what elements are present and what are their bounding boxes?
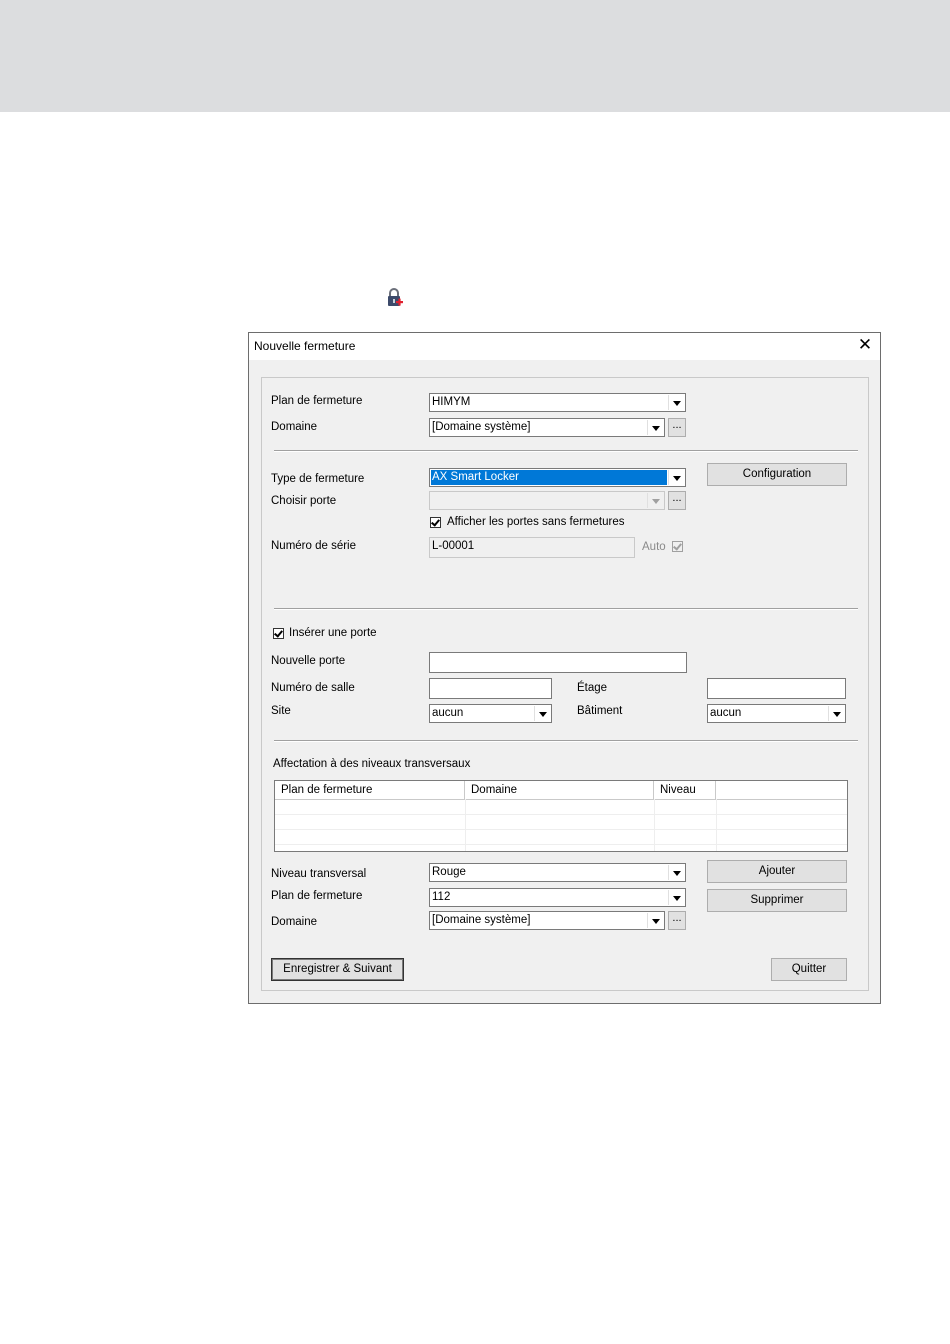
- niveau-value: Rouge: [432, 866, 466, 878]
- site-select[interactable]: aucun: [429, 704, 552, 723]
- dialog-title: Nouvelle fermeture: [254, 339, 356, 353]
- transversal-table[interactable]: Plan de fermeture Domaine Niveau: [274, 780, 848, 852]
- nouvelle-porte-label: Nouvelle porte: [271, 655, 346, 667]
- chevron-down-icon[interactable]: [668, 470, 684, 485]
- domaine-select[interactable]: [Domaine système]: [429, 418, 665, 437]
- type-value: AX Smart Locker: [432, 471, 519, 483]
- plan-select[interactable]: HIMYM: [429, 393, 686, 412]
- divider: [274, 608, 858, 610]
- type-select[interactable]: AX Smart Locker: [429, 468, 686, 487]
- etage-input[interactable]: [707, 678, 846, 699]
- chevron-down-icon[interactable]: [647, 913, 663, 928]
- plan-value: HIMYM: [432, 396, 471, 408]
- lock-add-icon[interactable]: [385, 288, 403, 308]
- domaine-transversal-label: Domaine: [271, 916, 318, 928]
- plan-transversal-select[interactable]: 112: [429, 888, 686, 907]
- column-header[interactable]: Domaine: [465, 781, 654, 799]
- site-value: aucun: [432, 707, 464, 719]
- supprimer-button[interactable]: Supprimer: [707, 889, 847, 912]
- configuration-button[interactable]: Configuration: [707, 463, 847, 486]
- column-divider: [465, 799, 466, 851]
- close-icon[interactable]: ✕: [856, 336, 874, 354]
- domaine-browse-button[interactable]: ...: [668, 418, 686, 437]
- save-next-button[interactable]: Enregistrer & Suivant: [271, 958, 404, 981]
- batiment-select[interactable]: aucun: [707, 704, 846, 723]
- porte-label: Choisir porte: [271, 495, 337, 507]
- divider: [274, 740, 858, 742]
- new-lock-dialog: Nouvelle fermeture ✕ Plan de fermeture H…: [248, 332, 881, 1004]
- auto-label: Auto: [642, 541, 666, 553]
- table-row[interactable]: [275, 800, 847, 815]
- site-label: Site: [271, 705, 291, 717]
- salle-label: Numéro de salle: [271, 682, 355, 694]
- show-doors-checkbox[interactable]: [430, 517, 441, 528]
- quit-button[interactable]: Quitter: [771, 958, 847, 981]
- chevron-down-icon[interactable]: [828, 706, 844, 721]
- plan-transversal-label: Plan de fermeture: [271, 890, 363, 902]
- divider: [274, 450, 858, 452]
- column-header[interactable]: Plan de fermeture: [275, 781, 465, 799]
- niveau-label: Niveau transversal: [271, 868, 367, 880]
- chevron-down-icon[interactable]: [647, 420, 663, 435]
- type-label: Type de fermeture: [271, 473, 365, 485]
- transversal-section-label: Affectation à des niveaux transversaux: [273, 758, 471, 770]
- column-header[interactable]: Niveau: [654, 781, 716, 799]
- column-divider: [716, 799, 717, 851]
- etage-label: Étage: [577, 682, 608, 694]
- batiment-value: aucun: [710, 707, 742, 719]
- column-divider: [654, 799, 655, 851]
- show-doors-label: Afficher les portes sans fermetures: [447, 516, 625, 528]
- table-header: Plan de fermeture Domaine Niveau: [275, 781, 847, 800]
- domaine-value: [Domaine système]: [432, 421, 531, 433]
- chevron-down-icon[interactable]: [668, 865, 684, 880]
- domaine-transversal-value: [Domaine système]: [432, 914, 531, 926]
- plan-transversal-value: 112: [432, 891, 451, 903]
- domaine-label: Domaine: [271, 421, 318, 433]
- porte-select[interactable]: [429, 491, 665, 510]
- batiment-label: Bâtiment: [577, 705, 623, 717]
- column-header[interactable]: [716, 781, 847, 799]
- niveau-select[interactable]: Rouge: [429, 863, 686, 882]
- insert-door-checkbox[interactable]: [273, 628, 284, 639]
- ajouter-button[interactable]: Ajouter: [707, 860, 847, 883]
- chevron-down-icon[interactable]: [668, 890, 684, 905]
- insert-door-label: Insérer une porte: [289, 627, 377, 639]
- serial-label: Numéro de série: [271, 540, 357, 552]
- porte-browse-button[interactable]: ...: [668, 491, 686, 510]
- auto-checkbox[interactable]: [672, 541, 683, 552]
- chevron-down-icon[interactable]: [647, 493, 663, 508]
- serial-field[interactable]: L-00001: [429, 537, 635, 558]
- plan-label: Plan de fermeture: [271, 395, 363, 407]
- domaine-transversal-select[interactable]: [Domaine système]: [429, 911, 665, 930]
- domaine-transversal-browse-button[interactable]: ...: [668, 911, 686, 930]
- nouvelle-porte-input[interactable]: [429, 652, 687, 673]
- salle-input[interactable]: [429, 678, 552, 699]
- dialog-titlebar: Nouvelle fermeture ✕: [249, 333, 880, 360]
- chevron-down-icon[interactable]: [668, 395, 684, 410]
- table-row[interactable]: [275, 830, 847, 845]
- chevron-down-icon[interactable]: [534, 706, 550, 721]
- table-row[interactable]: [275, 815, 847, 830]
- page-header-band: [0, 0, 950, 112]
- type-selection: AX Smart Locker: [431, 470, 667, 485]
